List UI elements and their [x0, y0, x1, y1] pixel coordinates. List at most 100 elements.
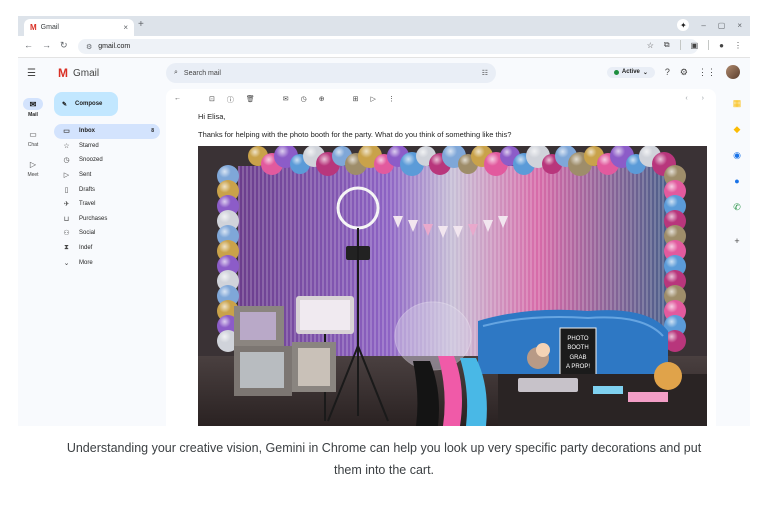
phone-icon[interactable]: ✆ [731, 201, 743, 213]
forward-icon[interactable]: → [42, 40, 51, 51]
settings-gear-icon[interactable]: ⚙ [680, 67, 688, 78]
sign-line: A PROP! [566, 364, 590, 370]
tab-close-icon[interactable]: × [123, 23, 128, 32]
back-arrow-icon[interactable]: ← [174, 95, 181, 105]
folder-social[interactable]: ⚇ Social [54, 226, 160, 241]
gmail-logo[interactable]: M Gmail [58, 66, 99, 80]
folder-label: More [79, 259, 93, 266]
restore-icon[interactable]: ▢ [718, 21, 726, 30]
url-text: gmail.com [98, 43, 131, 50]
add-task-icon[interactable]: ⊕ [319, 95, 325, 105]
gmail-favicon-icon: M [30, 23, 37, 32]
newer-icon[interactable]: ‹ [685, 95, 687, 102]
screenshot-frame: M Gmail × + ✦ – ▢ × ← → ↻ ⚙ gmail.com ☆ … [18, 16, 750, 426]
snooze-icon[interactable]: ◷ [301, 95, 307, 105]
rail-mail[interactable]: ✉ Mail [18, 98, 48, 118]
browser-tab[interactable]: M Gmail × [24, 19, 134, 36]
folder-label: Inbox [79, 128, 95, 135]
rail-label: Mail [28, 112, 38, 118]
unread-count: 8 [151, 128, 154, 135]
divider [708, 40, 710, 50]
reload-icon[interactable]: ↻ [60, 40, 68, 51]
header-actions: Active ⌄ ? ⚙ ⋮⋮ [606, 65, 740, 79]
omnibox[interactable]: ⚙ gmail.com [78, 39, 698, 54]
back-icon[interactable]: ← [24, 40, 33, 51]
label-icon[interactable]: ▷ [371, 95, 376, 105]
photo-booth-illustration: PHOTO BOOTH GRAB A PROP! [198, 146, 707, 426]
email-greeting: Hi Elisa, [198, 112, 226, 121]
folder-indef[interactable]: ⧗ Indef [54, 241, 160, 256]
search-icon[interactable]: ⌕ [174, 69, 178, 77]
gemini-icon[interactable]: ✦ [677, 19, 690, 31]
profile-icon[interactable]: ● [719, 41, 724, 50]
folder-travel[interactable]: ✈ Travel [54, 197, 160, 212]
minimize-icon[interactable]: – [701, 21, 705, 30]
hourglass-icon: ⧗ [64, 244, 69, 252]
keep-icon[interactable]: ◆ [731, 123, 743, 135]
caption: Understanding your creative vision, Gemi… [0, 437, 768, 481]
compose-button[interactable]: ✎ Compose [54, 92, 118, 116]
folder-more[interactable]: ⌄ More [54, 255, 160, 270]
older-icon[interactable]: › [702, 95, 704, 102]
folder-sent[interactable]: ▷ Sent [54, 168, 160, 183]
cart-icon: ⊔ [63, 215, 70, 223]
folder-drafts[interactable]: ▯ Drafts [54, 182, 160, 197]
status-text: Active [621, 69, 640, 75]
bookmark-star-icon[interactable]: ☆ [647, 41, 654, 50]
rail-chat[interactable]: ▭ Chat [18, 128, 48, 149]
help-icon[interactable]: ? [665, 67, 670, 77]
draft-icon: ▯ [64, 186, 69, 194]
folder-label: Sent [79, 172, 92, 179]
apps-grid-icon[interactable]: ⋮⋮ [698, 67, 716, 78]
chat-icon: ▭ [29, 129, 37, 139]
folder-label: Travel [79, 201, 96, 208]
new-tab-button[interactable]: + [138, 19, 144, 30]
browser-tab-bar: M Gmail × + ✦ – ▢ × [18, 16, 750, 36]
delete-icon[interactable]: 🗑 [246, 95, 255, 105]
folder-label: Drafts [79, 186, 96, 193]
star-icon: ☆ [63, 142, 70, 150]
avatar[interactable] [726, 65, 740, 79]
calendar-icon[interactable]: ▦ [731, 97, 743, 109]
extensions-icon[interactable]: ⧉ [664, 40, 670, 50]
folder-snoozed[interactable]: ◷ Snoozed [54, 153, 160, 168]
window-controls: ✦ – ▢ × [677, 19, 742, 31]
side-panel-rail: ▦ ◆ ◉ ● ✆ + [724, 89, 750, 426]
folder-label: Indef [79, 245, 93, 252]
site-info-icon[interactable]: ⚙ [86, 43, 92, 51]
sidepanel-icon[interactable]: ▣ [691, 41, 699, 50]
search-bar[interactable]: ⌕ Search mail ☷ [166, 63, 496, 83]
folder-starred[interactable]: ☆ Starred [54, 139, 160, 154]
search-input[interactable]: Search mail [184, 70, 482, 77]
message-toolbar: ← ⊡ ⓘ 🗑 ✉ ◷ ⊕ ⊞ ▷ ⋮ [174, 95, 395, 105]
product-name: Gmail [73, 67, 100, 79]
sign-line: BOOTH [567, 345, 588, 351]
contacts-icon[interactable]: ● [731, 175, 743, 187]
folder-label: Social [79, 230, 96, 237]
report-spam-icon[interactable]: ⓘ [227, 95, 234, 105]
add-addon-icon[interactable]: + [731, 235, 743, 247]
more-options-icon[interactable]: ⋮ [388, 95, 395, 105]
people-icon: ⚇ [63, 230, 70, 238]
mail-icon: ✉ [23, 98, 43, 110]
tasks-icon[interactable]: ◉ [731, 149, 743, 161]
folder-purchases[interactable]: ⊔ Purchases [54, 212, 160, 227]
status-pill[interactable]: Active ⌄ [606, 66, 655, 78]
rail-meet[interactable]: ▷ Meet [18, 158, 48, 179]
close-window-icon[interactable]: × [737, 21, 742, 30]
message-view: ← ⊡ ⓘ 🗑 ✉ ◷ ⊕ ⊞ ▷ ⋮ ‹ › Hi Elisa, Thanks… [166, 89, 716, 426]
compose-label: Compose [75, 101, 103, 107]
clock-icon: ◷ [63, 157, 70, 165]
folder-inbox[interactable]: ▭ Inbox 8 [54, 124, 160, 139]
chrome-menu-icon[interactable]: ⋮ [734, 41, 742, 50]
sign-line: PHOTO [567, 336, 589, 342]
app-rail: ☰ ✉ Mail ▭ Chat ▷ Meet [18, 58, 48, 426]
move-to-icon[interactable]: ⊞ [353, 95, 359, 105]
folder-label: Snoozed [79, 157, 103, 164]
archive-icon[interactable]: ⊡ [209, 95, 215, 105]
mark-unread-icon[interactable]: ✉ [283, 95, 289, 105]
main-menu-icon[interactable]: ☰ [27, 68, 36, 79]
address-bar-row: ← → ↻ ⚙ gmail.com ☆ ⧉ ▣ ● ⋮ [18, 36, 750, 58]
caption-line: them into the cart. [333, 463, 435, 477]
filter-icon[interactable]: ☷ [482, 69, 488, 77]
